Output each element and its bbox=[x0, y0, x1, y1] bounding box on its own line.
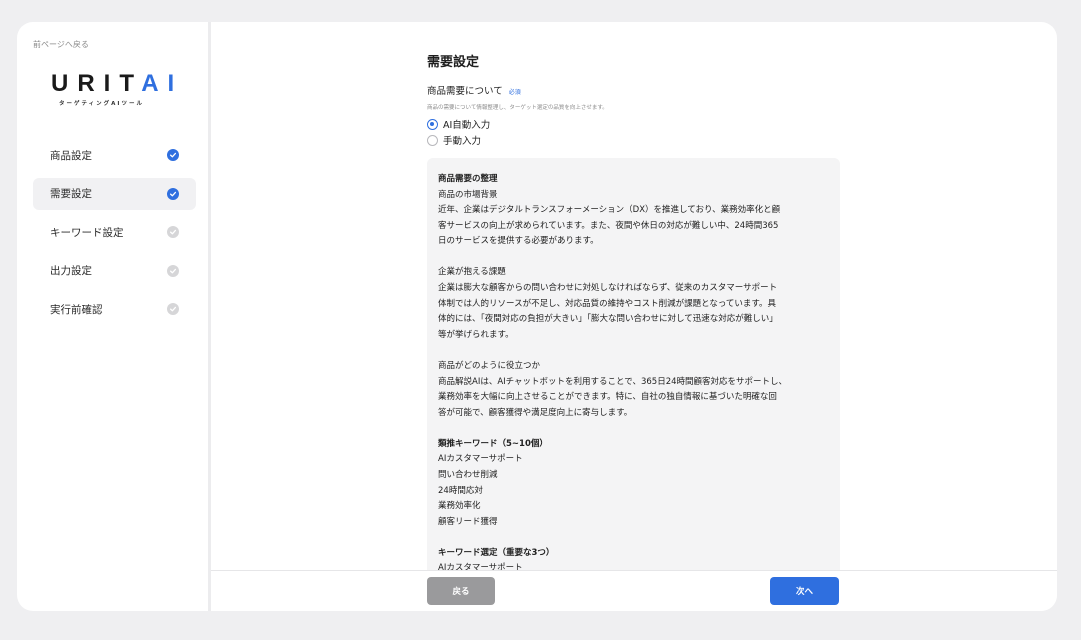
sidebar-step-confirm[interactable]: 実行前確認 bbox=[33, 293, 196, 325]
radio-ai-auto[interactable]: AI自動入力 bbox=[427, 117, 490, 131]
content-subheading: 商品がどのように役立つか bbox=[438, 360, 541, 371]
content-paragraph: 企業は膨大な顧客からの問い合わせに対処しなければならず、従来のカスタマーサポート… bbox=[438, 283, 778, 340]
step-nav: 商品設定 需要設定 キーワード設定 出力設定 実行前確認 bbox=[33, 139, 196, 332]
check-circle-icon bbox=[167, 149, 179, 161]
step-label: 需要設定 bbox=[50, 188, 92, 200]
check-circle-icon bbox=[167, 226, 179, 238]
content-subheading: 商品の市場背景 bbox=[438, 189, 498, 200]
content-paragraph: 近年、企業はデジタルトランスフォーメーション（DX）を推進しており、業務効率化と… bbox=[438, 205, 781, 247]
content-heading: 類推キーワード（5~10個） bbox=[438, 438, 548, 449]
content-heading: 商品需要の整理 bbox=[438, 174, 498, 184]
logo: URITAI ターゲティングAIツール bbox=[51, 70, 181, 107]
logo-wordmark: URITAI bbox=[51, 70, 184, 97]
radio-label: 手動入力 bbox=[443, 136, 482, 147]
sidebar-step-product[interactable]: 商品設定 bbox=[33, 139, 196, 171]
radio-label: AI自動入力 bbox=[443, 120, 491, 131]
required-badge: 必須 bbox=[508, 89, 521, 96]
content-subheading: 企業が抱える課題 bbox=[438, 267, 506, 278]
back-button[interactable]: 戻る bbox=[427, 577, 495, 605]
main-panel: 需要設定 商品需要について 必須 商品の需要について情報整理し、ターゲット選定の… bbox=[211, 22, 1057, 570]
generated-content: 商品需要の整理 商品の市場背景 近年、企業はデジタルトランスフォーメーション（D… bbox=[438, 172, 829, 570]
logo-tagline: ターゲティングAIツール bbox=[59, 101, 144, 107]
keyword-list: AIカスタマーサポート bbox=[438, 563, 523, 570]
step-label: キーワード設定 bbox=[50, 226, 124, 239]
radio-manual[interactable]: 手動入力 bbox=[427, 133, 481, 147]
generated-content-box[interactable]: 商品需要の整理 商品の市場背景 近年、企業はデジタルトランスフォーメーション（D… bbox=[427, 158, 840, 570]
check-circle-icon bbox=[167, 303, 179, 315]
radio-button[interactable] bbox=[427, 118, 438, 130]
content-block-selected-keywords: キーワード選定（重要な3つ） AIカスタマーサポート bbox=[438, 546, 829, 570]
sidebar-step-keyword[interactable]: キーワード設定 bbox=[33, 216, 196, 248]
content-heading: キーワード選定（重要な3つ） bbox=[438, 547, 555, 558]
step-label: 商品設定 bbox=[50, 149, 92, 162]
sidebar-step-output[interactable]: 出力設定 bbox=[33, 255, 196, 287]
section-title: 商品需要について bbox=[427, 86, 503, 97]
step-label: 出力設定 bbox=[50, 265, 92, 277]
content-block-keywords: 類推キーワード（5~10個） AIカスタマーサポート 問い合わせ削減 24時間応… bbox=[438, 437, 829, 531]
app-card: 前ページへ戻る URITAI ターゲティングAIツール 商品設定 需要設定 キー… bbox=[17, 22, 1057, 611]
sidebar: 前ページへ戻る URITAI ターゲティングAIツール 商品設定 需要設定 キー… bbox=[17, 22, 208, 611]
content-block-benefits: 商品がどのように役立つか 商品解説AIは、AIチャットボットを利用することで、3… bbox=[438, 359, 829, 421]
check-circle-icon bbox=[167, 187, 179, 200]
content-block-issues: 企業が抱える課題 企業は膨大な顧客からの問い合わせに対処しなければならず、従来の… bbox=[438, 265, 829, 343]
page-title: 需要設定 bbox=[427, 55, 480, 70]
radio-button[interactable] bbox=[427, 134, 438, 146]
sidebar-step-demand[interactable]: 需要設定 bbox=[33, 177, 196, 210]
content-block-market: 商品需要の整理 商品の市場背景 近年、企業はデジタルトランスフォーメーション（D… bbox=[438, 172, 829, 250]
footer-bar: 戻る 次へ bbox=[211, 570, 1057, 611]
step-label: 実行前確認 bbox=[50, 303, 103, 316]
keyword-list: AIカスタマーサポート 問い合わせ削減 24時間応対 業務効率化 顧客リード獲得 bbox=[438, 454, 523, 527]
section-description: 商品の需要について情報整理し、ターゲット選定の品質を向上させます。 bbox=[427, 105, 608, 111]
section-label: 商品需要について 必須 bbox=[427, 83, 521, 97]
check-circle-icon bbox=[167, 264, 179, 277]
back-link[interactable]: 前ページへ戻る bbox=[33, 39, 89, 50]
next-button[interactable]: 次へ bbox=[770, 577, 839, 605]
content-paragraph: 商品解説AIは、AIチャットボットを利用することで、365日24時間顧客対応をサ… bbox=[438, 376, 788, 418]
